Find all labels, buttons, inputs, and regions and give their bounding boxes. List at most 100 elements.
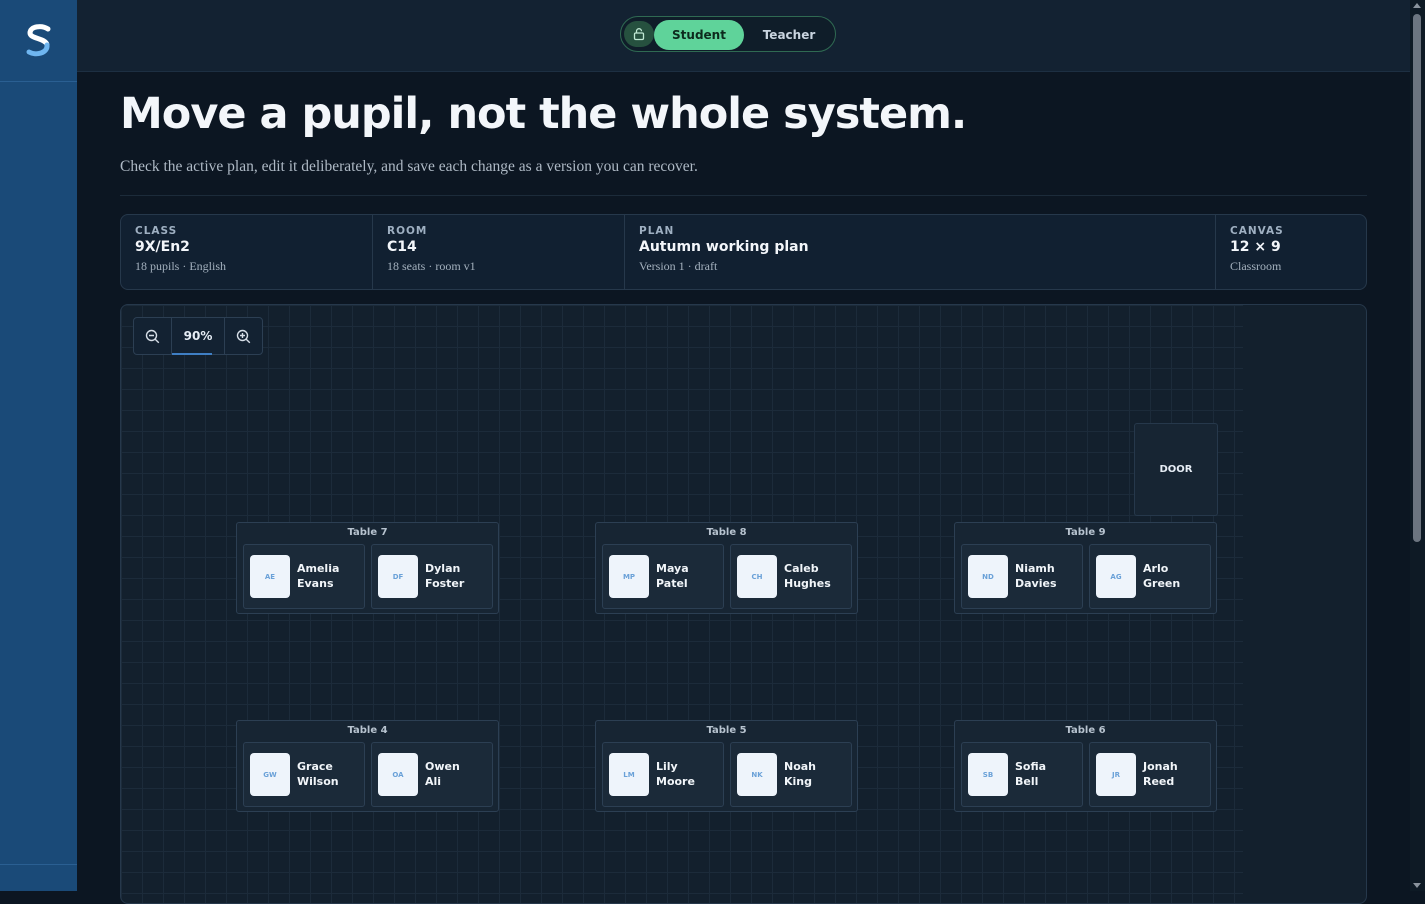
first-name: Amelia [297, 562, 340, 575]
zoom-out-button[interactable] [134, 318, 171, 354]
pupil-name: Grace Wilson [297, 759, 363, 789]
zoom-out-icon [146, 329, 160, 343]
pupil-name: Maya Patel [656, 561, 722, 591]
pupil-name: Dylan Foster [425, 561, 491, 591]
avatar: CH [737, 555, 777, 598]
room-sub: 18 seats · room v1 [387, 259, 476, 273]
canvas-info: CANVAS 12 × 9 Classroom [1216, 215, 1366, 289]
door[interactable]: DOOR [1134, 423, 1218, 516]
pupil-seat[interactable]: AG Arlo Green [1089, 544, 1211, 609]
avatar: MP [609, 555, 649, 598]
first-name: Dylan [425, 562, 461, 575]
plan-label: PLAN [639, 225, 675, 237]
top-bar: Student Teacher [77, 0, 1410, 72]
table-label: Table 6 [1065, 725, 1106, 736]
table-label: Table 5 [706, 725, 747, 736]
pupil-seat[interactable]: ND Niamh Davies [961, 544, 1083, 609]
pupil-seat[interactable]: GW Grace Wilson [243, 742, 365, 807]
pupil-seat[interactable]: OA Owen Ali [371, 742, 493, 807]
divider [120, 195, 1367, 196]
plan-info-strip: CLASS 9X/En2 18 pupils · English ROOM C1… [120, 214, 1367, 290]
pupil-seat[interactable]: DF Dylan Foster [371, 544, 493, 609]
last-name: King [784, 775, 812, 788]
zoom-in-icon [236, 329, 251, 343]
lock-icon [633, 28, 645, 41]
first-name: Maya [656, 562, 689, 575]
last-name: Green [1143, 577, 1181, 590]
table-label: Table 4 [347, 725, 388, 736]
teacher-mode-button[interactable]: Teacher [745, 20, 833, 50]
first-name: Caleb [784, 562, 819, 575]
pupil-name: Owen Ali [425, 759, 491, 789]
page-subtitle: Check the active plan, edit it deliberat… [120, 158, 698, 175]
table-6[interactable]: Table 6 SB Sofia Bell JR Jonah Reed [954, 720, 1217, 812]
s-logo-icon [26, 23, 50, 56]
pupil-seat[interactable]: LM Lily Moore [602, 742, 724, 807]
first-name: Noah [784, 760, 817, 773]
table-7[interactable]: Table 7 AE Amelia Evans DF Dylan Foster [236, 522, 499, 614]
plan-sub: Version 1 · draft [639, 259, 718, 273]
avatar: OA [378, 753, 418, 796]
pupil-name: Sofia Bell [1015, 759, 1081, 789]
last-name: Wilson [297, 775, 339, 788]
zoom-level: 90% [171, 318, 225, 355]
zoom-in-button[interactable] [225, 318, 262, 354]
page-title: Move a pupil, not the whole system. [120, 89, 967, 139]
scroll-up-icon[interactable] [1413, 3, 1421, 8]
avatar: ND [968, 555, 1008, 598]
table-label: Table 9 [1065, 527, 1106, 538]
zoom-control: 90% [133, 317, 263, 355]
first-name: Niamh [1015, 562, 1055, 575]
pupil-seat[interactable]: AE Amelia Evans [243, 544, 365, 609]
page-scrollbar[interactable] [1410, 0, 1425, 891]
first-name: Lily [656, 760, 678, 773]
first-name: Owen [425, 760, 460, 773]
last-name: Davies [1015, 577, 1057, 590]
avatar: GW [250, 753, 290, 796]
pupil-name: Caleb Hughes [784, 561, 850, 591]
avatar: LM [609, 753, 649, 796]
pupil-seat[interactable]: CH Caleb Hughes [730, 544, 852, 609]
first-name: Grace [297, 760, 333, 773]
plan-value: Autumn working plan [639, 239, 809, 255]
last-name: Hughes [784, 577, 831, 590]
pupil-name: Arlo Green [1143, 561, 1209, 591]
scrollbar-thumb[interactable] [1413, 14, 1421, 542]
table-8[interactable]: Table 8 MP Maya Patel CH Caleb Hughes [595, 522, 858, 614]
first-name: Jonah [1143, 760, 1178, 773]
room-label: ROOM [387, 225, 428, 237]
canvas-value: 12 × 9 [1230, 239, 1281, 255]
avatar: JR [1096, 753, 1136, 796]
table-9[interactable]: Table 9 ND Niamh Davies AG Arlo Green [954, 522, 1217, 614]
pupil-name: Lily Moore [656, 759, 722, 789]
student-mode-button[interactable]: Student [654, 20, 744, 50]
pupil-seat[interactable]: SB Sofia Bell [961, 742, 1083, 807]
seating-canvas[interactable]: 90% DOOR Table 7 AE Amelia Evans DF Dylan… [120, 304, 1367, 904]
first-name: Sofia [1015, 760, 1047, 773]
avatar: SB [968, 753, 1008, 796]
pupil-name: Niamh Davies [1015, 561, 1081, 591]
avatar: AG [1096, 555, 1136, 598]
last-name: Foster [425, 577, 465, 590]
sidebar-footer [0, 864, 77, 891]
avatar: NK [737, 753, 777, 796]
logo-area[interactable] [0, 0, 77, 82]
pupil-seat[interactable]: MP Maya Patel [602, 544, 724, 609]
pupil-seat[interactable]: JR Jonah Reed [1089, 742, 1211, 807]
class-label: CLASS [135, 225, 178, 237]
class-value: 9X/En2 [135, 239, 190, 255]
table-4[interactable]: Table 4 GW Grace Wilson OA Owen Ali [236, 720, 499, 812]
canvas-sub: Classroom [1230, 259, 1282, 273]
scroll-down-icon[interactable] [1413, 883, 1421, 888]
mode-toggle: Student Teacher [620, 16, 836, 52]
lock-button[interactable] [624, 21, 654, 47]
last-name: Patel [656, 577, 688, 590]
last-name: Bell [1015, 775, 1039, 788]
avatar: DF [378, 555, 418, 598]
class-info: CLASS 9X/En2 18 pupils · English [121, 215, 373, 289]
first-name: Arlo [1143, 562, 1169, 575]
sidebar [0, 0, 77, 891]
pupil-name: Noah King [784, 759, 850, 789]
pupil-seat[interactable]: NK Noah King [730, 742, 852, 807]
table-5[interactable]: Table 5 LM Lily Moore NK Noah King [595, 720, 858, 812]
